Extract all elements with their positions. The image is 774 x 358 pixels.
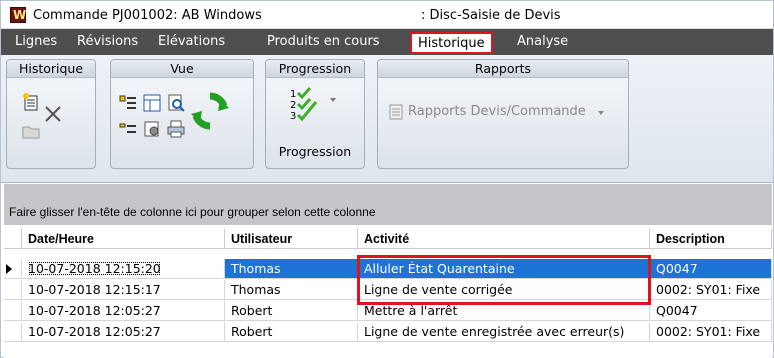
svg-text:2: 2 [290, 100, 296, 111]
cell-date[interactable]: 10-07-2018 12:05:27 [22, 322, 225, 342]
tab-revisions[interactable]: Révisions [77, 29, 138, 55]
cell-description[interactable]: Q0047 [650, 301, 772, 321]
app-window: Commande PJ001002: AB Windows : Disc-Sai… [0, 0, 774, 358]
group-by-panel[interactable]: Faire glisser l'en-tête de colonne ici p… [4, 184, 772, 225]
row-indicator [4, 280, 22, 300]
row-indicator [4, 301, 22, 321]
ribbon-group-rapports: Rapports Rapports Devis/Commande [377, 59, 629, 169]
cell-description[interactable]: 0002: SY01: Fixe [650, 280, 772, 300]
cell-user[interactable]: Thomas [225, 259, 358, 279]
tab-produits-en-cours[interactable]: Produits en cours [267, 29, 380, 55]
column-header-user[interactable]: Utilisateur [225, 229, 358, 249]
collapse-list-icon[interactable] [119, 120, 137, 138]
tab-historique[interactable]: Historique [410, 32, 493, 54]
column-header-date[interactable]: Date/Heure [22, 229, 225, 249]
app-logo-icon [10, 7, 26, 23]
column-header-description[interactable]: Description [650, 229, 772, 249]
table-row[interactable]: 10-07-2018 12:05:27 Robert Mettre à l'ar… [4, 301, 772, 321]
grid-view-icon[interactable] [143, 94, 161, 112]
window-title: Commande PJ001002: AB Windows [33, 8, 262, 23]
print-icon[interactable] [167, 120, 185, 138]
dropdown-arrow-icon[interactable] [598, 111, 604, 115]
current-row-arrow-icon [6, 264, 12, 274]
cell-user[interactable]: Robert [225, 322, 358, 342]
properties-icon[interactable] [143, 120, 161, 138]
cell-activity[interactable]: Ligne de vente corrigée [358, 280, 650, 300]
dropdown-arrow-icon[interactable] [330, 98, 336, 102]
cell-date[interactable]: 10-07-2018 12:15:17 [22, 280, 225, 300]
ribbon-group-title: Historique [7, 60, 95, 78]
row-indicator-header [4, 229, 22, 249]
progression-button-label[interactable]: Progression [266, 144, 364, 159]
tab-analyse[interactable]: Analyse [517, 29, 568, 55]
svg-text:1: 1 [290, 89, 296, 100]
table-row[interactable]: 10-07-2018 12:05:27 Robert Ligne de vent… [4, 322, 772, 342]
ribbon-group-title: Progression [266, 60, 364, 78]
column-header-activity[interactable]: Activité [358, 229, 650, 249]
ribbon-group-title: Vue [111, 60, 253, 78]
new-note-icon[interactable] [21, 92, 41, 112]
table-row[interactable]: 10-07-2018 12:15:17 Thomas Ligne de vent… [4, 280, 772, 300]
row-indicator [4, 322, 22, 342]
delete-icon[interactable] [43, 104, 63, 124]
rapports-devis-commande-button[interactable]: Rapports Devis/Commande [408, 104, 586, 119]
table-row[interactable]: 10-07-2018 12:15:20 Thomas Alluler État … [4, 259, 772, 279]
ribbon-group-title: Rapports [378, 60, 628, 78]
ribbon-tab-bar: Lignes Révisions Elévations Produits en … [1, 29, 773, 55]
ribbon-group-progression: Progression 1 2 3 Progression [265, 59, 365, 169]
report-icon [389, 104, 403, 120]
ribbon: Historique Vue Progression 1 2 3 Progres… [1, 55, 773, 183]
cell-date[interactable]: 10-07-2018 12:15:20 [22, 259, 225, 279]
title-bar: Commande PJ001002: AB Windows : Disc-Sai… [1, 1, 773, 29]
refresh-icon[interactable] [189, 90, 231, 132]
preview-icon[interactable] [167, 94, 185, 112]
row-indicator [4, 259, 22, 279]
open-folder-icon[interactable] [21, 122, 41, 140]
history-grid: Date/Heure Utilisateur Activité Descript… [4, 229, 772, 358]
cell-description[interactable]: Q0047 [650, 259, 772, 279]
cell-date[interactable]: 10-07-2018 12:05:27 [22, 301, 225, 321]
cell-date-text: 10-07-2018 12:15:20 [28, 261, 161, 276]
ribbon-group-historique: Historique [6, 59, 96, 169]
tab-lignes[interactable]: Lignes [15, 29, 57, 55]
cell-description[interactable]: 0002: SY01: Fixe [650, 322, 772, 342]
cell-user[interactable]: Robert [225, 301, 358, 321]
ribbon-group-vue: Vue [110, 59, 254, 169]
cell-user[interactable]: Thomas [225, 280, 358, 300]
expand-list-icon[interactable] [119, 94, 137, 112]
cell-activity[interactable]: Mettre à l'arrêt [358, 301, 650, 321]
cell-activity[interactable]: Ligne de vente enregistrée avec erreur(s… [358, 322, 650, 342]
group-by-hint: Faire glisser l'en-tête de colonne ici p… [9, 205, 376, 219]
svg-text:3: 3 [290, 111, 296, 122]
checklist-icon[interactable]: 1 2 3 [288, 86, 324, 122]
window-subtitle: : Disc-Saisie de Devis [421, 8, 561, 23]
tab-elevations[interactable]: Elévations [158, 29, 225, 55]
cell-activity[interactable]: Alluler État Quarentaine [358, 259, 650, 279]
